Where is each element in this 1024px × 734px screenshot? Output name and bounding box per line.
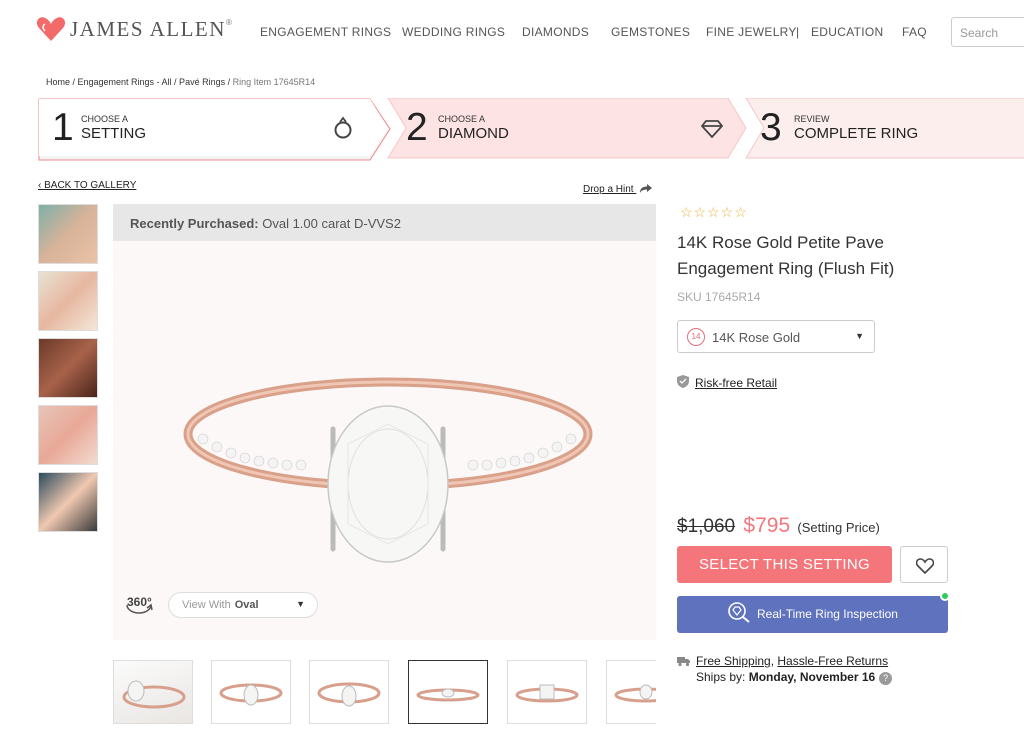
recent-label: Recently Purchased: xyxy=(130,216,259,231)
nav-engagement-rings[interactable]: ENGAGEMENT RINGS xyxy=(260,25,391,39)
step-title: COMPLETE RING xyxy=(794,125,919,142)
ring-inspection-button[interactable]: Real-Time Ring Inspection xyxy=(677,596,948,633)
step-number: 3 xyxy=(760,106,782,149)
ring-icon xyxy=(334,116,352,139)
ships-by-date: Monday, November 16 xyxy=(748,670,876,684)
thumbnail[interactable] xyxy=(38,338,98,398)
shield-icon xyxy=(677,375,689,388)
price-block: $1,060 $795 (Setting Price) xyxy=(677,514,880,538)
angle-thumbnails xyxy=(113,660,656,726)
back-to-gallery-link[interactable]: ‹ BACK TO GALLERY xyxy=(38,180,136,191)
step-complete-ring[interactable]: 3 REVIEW COMPLETE RING xyxy=(748,98,1024,160)
shipping-info: Free Shipping, Hassle-Free Returns Ships… xyxy=(677,653,893,685)
free-shipping-link[interactable]: Free Shipping xyxy=(696,654,771,668)
risk-free-retail[interactable]: Risk-free Retail xyxy=(677,374,777,390)
product-title: 14K Rose Gold Petite Pave Engagement Rin… xyxy=(677,233,895,278)
step-number: 2 xyxy=(406,106,428,149)
thumbnail[interactable] xyxy=(309,660,389,724)
ring-thumb xyxy=(219,683,283,706)
sale-price: $795 xyxy=(743,514,791,537)
view-with-label: View With xyxy=(182,599,231,611)
thumbnail[interactable] xyxy=(113,660,193,724)
recently-purchased-banner: Recently Purchased: Oval 1.00 carat D-VV… xyxy=(113,204,656,241)
view-with-dropdown[interactable]: View With Oval ▼ xyxy=(168,592,318,618)
step-subtitle: REVIEW xyxy=(794,114,830,124)
thumbnail[interactable] xyxy=(211,660,291,724)
risk-free-label: Risk-free Retail xyxy=(695,376,778,390)
thumbnail[interactable] xyxy=(38,472,98,532)
step-title: SETTING xyxy=(81,125,147,142)
free-returns-link[interactable]: Hassle-Free Returns xyxy=(777,654,888,668)
hint-label: Drop a Hint xyxy=(583,184,634,195)
build-steps: 1 CHOOSE A SETTING 2 CHOOSE A DIAMOND 3 … xyxy=(38,98,1024,162)
nav-divider: | xyxy=(796,25,800,39)
ring-thumb xyxy=(122,680,186,709)
nav-faq[interactable]: FAQ xyxy=(902,25,927,39)
metal-karat-icon: 14 xyxy=(687,328,705,346)
live-status-dot xyxy=(940,591,950,601)
drop-a-hint-link[interactable]: Drop a Hint xyxy=(583,181,653,195)
breadcrumb: Home / Engagement Rings - All / Pavé Rin… xyxy=(46,77,315,87)
step-setting[interactable]: 1 CHOOSE A SETTING xyxy=(38,98,388,160)
logo-text: JAMES ALLEN xyxy=(70,16,226,41)
rating-stars[interactable]: ☆☆☆☆☆ xyxy=(680,204,748,221)
thumbnail[interactable] xyxy=(38,271,98,331)
thumbnail[interactable] xyxy=(38,405,98,465)
view-with-value: Oval xyxy=(234,599,259,611)
thumbnail-selected[interactable] xyxy=(408,660,488,724)
ring-thumb xyxy=(515,684,579,703)
registered-mark: ® xyxy=(225,17,232,27)
product-sku: SKU 17645R14 xyxy=(677,290,761,304)
breadcrumb-links[interactable]: Home / Engagement Rings - All / Pavé Rin… xyxy=(46,77,233,87)
step-subtitle: CHOOSE A xyxy=(438,114,486,124)
nav-wedding-rings[interactable]: WEDDING RINGS xyxy=(402,25,505,39)
nav-gemstones[interactable]: GEMSTONES xyxy=(611,25,690,39)
ring-thumb xyxy=(317,682,381,707)
step-title: DIAMOND xyxy=(438,125,509,142)
help-icon[interactable]: ? xyxy=(879,672,893,685)
share-arrow-icon xyxy=(640,184,653,193)
truck-icon xyxy=(677,657,690,667)
thumbnail[interactable] xyxy=(507,660,587,724)
recent-value: Oval 1.00 carat D-VVS2 xyxy=(262,216,401,231)
price-note: (Setting Price) xyxy=(797,520,880,535)
ships-by-label: Ships by: xyxy=(696,670,746,684)
breadcrumb-current: Ring Item 17645R14 xyxy=(232,77,316,87)
magnifier-diamond-icon xyxy=(728,602,750,623)
nav-diamonds[interactable]: DIAMONDS xyxy=(522,25,589,39)
inspection-label: Real-Time Ring Inspection xyxy=(757,607,898,621)
heart-icon xyxy=(916,558,934,574)
rotate-360-button[interactable]: 360° xyxy=(123,592,153,614)
step-number: 1 xyxy=(52,106,74,149)
hand-photo-thumbnails xyxy=(38,204,98,539)
select-setting-button[interactable]: SELECT THIS SETTING xyxy=(677,546,892,583)
original-price: $1,060 xyxy=(677,516,736,537)
metal-select[interactable]: 14 14K Rose Gold ▼ xyxy=(677,320,875,353)
back-label: BACK TO GALLERY xyxy=(44,180,137,191)
heart-logo-icon xyxy=(36,17,66,41)
nav-education[interactable]: EDUCATION xyxy=(811,25,883,39)
rotate-360-label: 360° xyxy=(127,595,152,609)
chevron-down-icon: ▼ xyxy=(296,599,305,609)
ring-thumb xyxy=(416,688,480,702)
chevron-down-icon: ▼ xyxy=(855,331,864,341)
ring-thumb xyxy=(614,684,656,703)
search-input[interactable]: Search xyxy=(951,17,1024,47)
nav-fine-jewelry[interactable]: FINE JEWELRY xyxy=(706,25,797,39)
thumbnail[interactable] xyxy=(606,660,656,724)
logo[interactable]: JAMES ALLEN ® xyxy=(36,16,232,42)
metal-value: 14K Rose Gold xyxy=(712,330,801,345)
step-subtitle: CHOOSE A xyxy=(81,114,129,124)
thumbnail[interactable] xyxy=(38,204,98,264)
product-image-viewer[interactable]: Recently Purchased: Oval 1.00 carat D-VV… xyxy=(113,204,656,640)
wishlist-button[interactable] xyxy=(900,546,948,583)
diamond-icon xyxy=(700,120,724,138)
ring-image xyxy=(183,377,593,563)
site-header: JAMES ALLEN ® ENGAGEMENT RINGS WEDDING R… xyxy=(0,0,1024,64)
step-diamond[interactable]: 2 CHOOSE A DIAMOND xyxy=(390,98,746,160)
